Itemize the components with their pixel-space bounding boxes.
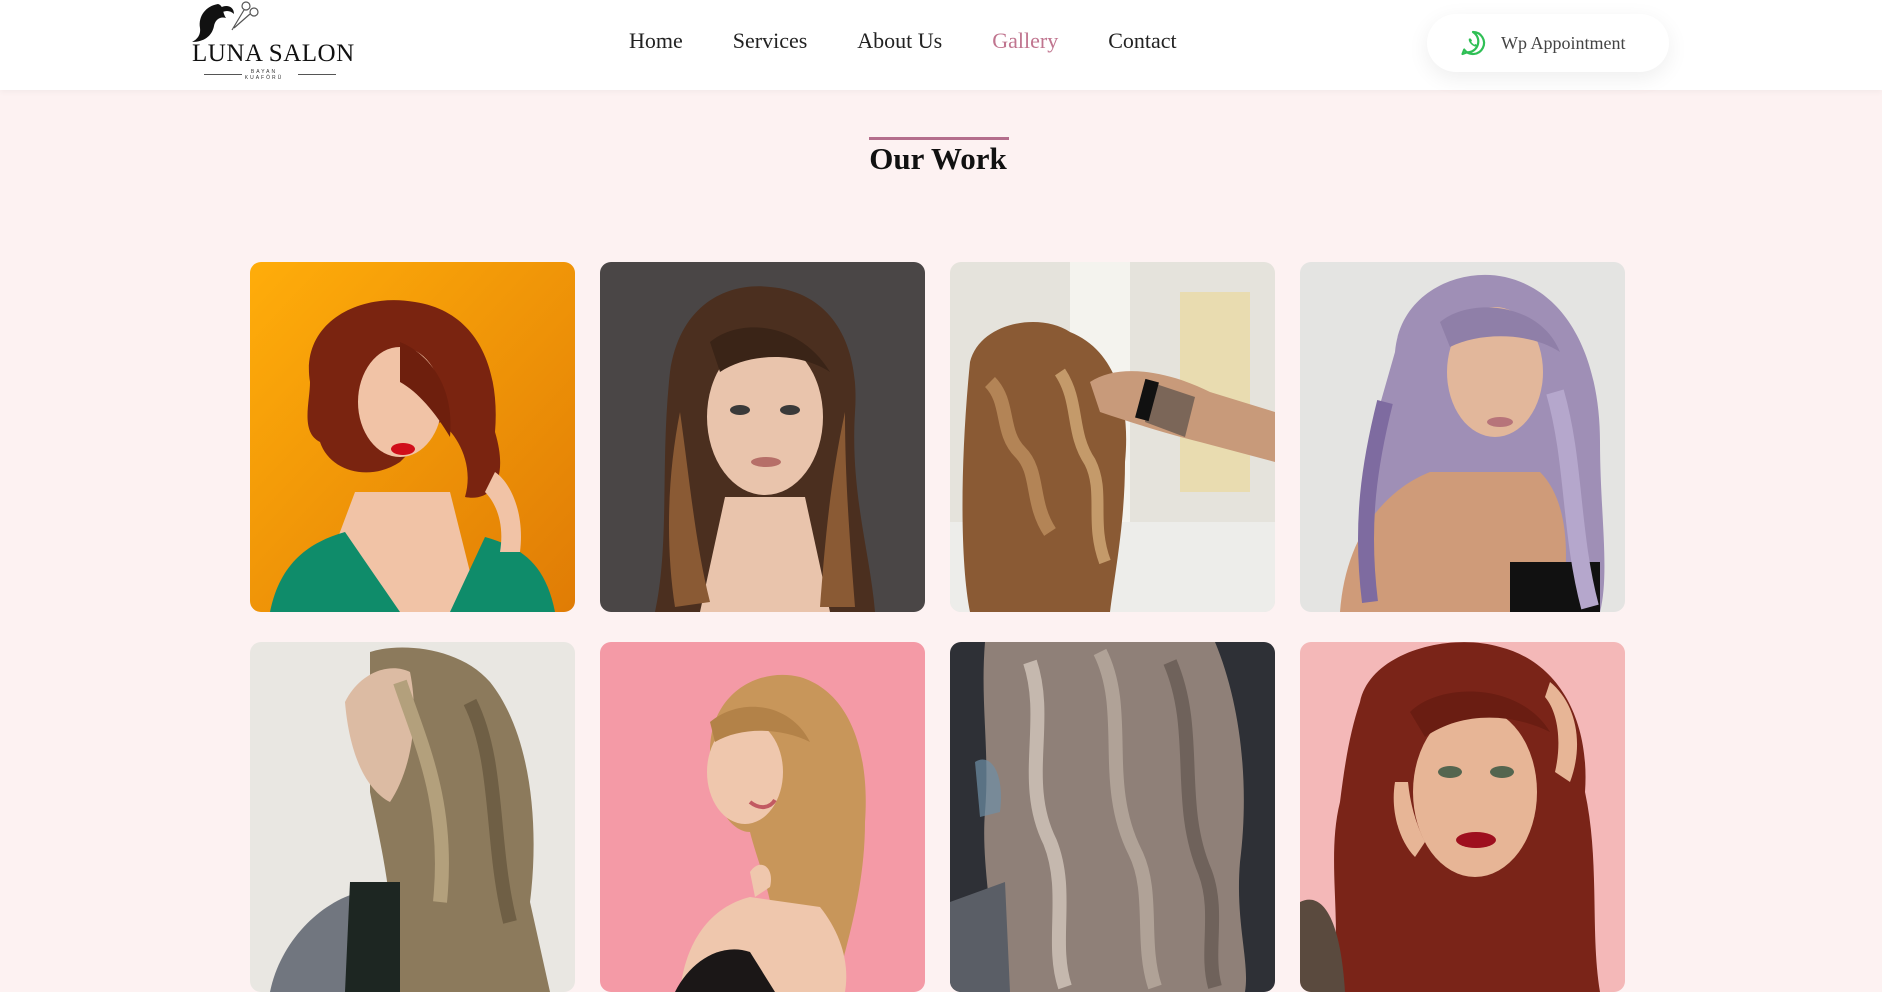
nav-item-about-us[interactable]: About Us bbox=[857, 28, 942, 54]
luna-salon-logo[interactable]: LUNA SALON BAYAN KUAFÖRÜ bbox=[190, 0, 354, 84]
our-work-heading-block: Our Work bbox=[0, 137, 1876, 177]
gallery-photo-lavender-hair[interactable] bbox=[1300, 262, 1625, 612]
nav-item-services[interactable]: Services bbox=[733, 28, 808, 54]
portrait-image bbox=[950, 642, 1275, 992]
nav-item-contact[interactable]: Contact bbox=[1108, 28, 1176, 54]
portrait-image bbox=[950, 262, 1275, 612]
portrait-image bbox=[1300, 642, 1625, 992]
woman-silhouette-scissors-logo-icon bbox=[192, 1, 259, 42]
main-nav: Home Services About Us Gallery Contact bbox=[629, 28, 1227, 54]
portrait-image bbox=[600, 262, 925, 612]
portrait-image bbox=[250, 642, 575, 992]
section-title: Our Work bbox=[869, 141, 1007, 176]
brand-tagline-line2: KUAFÖRÜ bbox=[244, 75, 284, 81]
gallery-photo-silver-waves-dark-background[interactable] bbox=[950, 642, 1275, 992]
logo-divider-left bbox=[204, 74, 242, 75]
logo-divider-right bbox=[298, 74, 336, 75]
portrait-image bbox=[1300, 262, 1625, 612]
gallery-photo-ash-blonde-waves-profile[interactable] bbox=[250, 642, 575, 992]
gallery-photo-brown-hair-grey-background[interactable] bbox=[600, 262, 925, 612]
nav-item-home[interactable]: Home bbox=[629, 28, 683, 54]
gallery-photo-balayane-waves-stylist[interactable] bbox=[950, 262, 1275, 612]
heading-accent-bar bbox=[869, 137, 1010, 140]
portrait-image bbox=[250, 262, 575, 612]
wp-appointment-button[interactable]: Wp Appointment bbox=[1427, 14, 1669, 72]
gallery-photo-blonde-pink-background[interactable] bbox=[600, 642, 925, 992]
nav-item-gallery[interactable]: Gallery bbox=[992, 28, 1058, 54]
site-header: LUNA SALON BAYAN KUAFÖRÜ Home Services A… bbox=[0, 0, 1882, 90]
portrait-image bbox=[600, 642, 925, 992]
whatsapp-icon bbox=[1461, 30, 1486, 56]
brand-name: LUNA SALON bbox=[192, 40, 355, 67]
gallery-photo-red-hair-glitter-makeup[interactable] bbox=[1300, 642, 1625, 992]
brand-tagline: BAYAN KUAFÖRÜ bbox=[242, 69, 286, 81]
wp-appointment-label: Wp Appointment bbox=[1501, 32, 1626, 53]
gallery-photo-red-curly-hair-orange-background[interactable] bbox=[250, 262, 575, 612]
